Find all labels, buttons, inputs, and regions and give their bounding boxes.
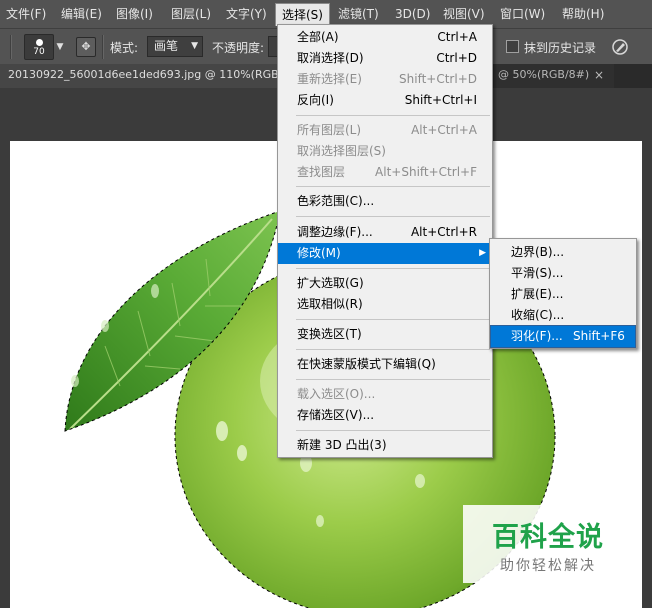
menu-separator [296,379,490,380]
menu-item-label: 所有图层(L) [297,123,362,137]
menu-item-shortcut: Alt+Ctrl+R [410,225,477,239]
menu-item-label: 取消选择(D) [297,51,364,65]
menu-item-label: 载入选区(O)... [297,387,376,401]
options-grip [10,35,12,59]
menu-item-deselect-layers[interactable]: 取消选择图层(S) [278,141,492,162]
menu-item-select-all[interactable]: 全部(A) Ctrl+A [278,27,492,48]
menu-item-inverse[interactable]: 反向(I) Shift+Ctrl+I [278,90,492,111]
menu-select[interactable]: 选择(S) [275,3,330,26]
menu-item-label: 扩展(E)... [511,287,564,301]
opacity-label: 不透明度: [212,41,265,55]
menu-item-label: 全部(A) [297,30,339,44]
menu-item-label: 收缩(C)... [511,308,565,322]
erase-to-history-checkbox[interactable] [506,40,519,53]
menu-item-label: 新建 3D 凸出(3) [297,438,387,452]
watermark-title: 百科全说 [492,522,604,553]
menu-item-label: 在快速蒙版模式下编辑(Q) [297,357,436,371]
submenu-item-border[interactable]: 边界(B)... [491,242,635,263]
menu-item-label: 扩大选取(G) [297,276,364,290]
erase-to-history-label: 抹到历史记录 [524,41,597,55]
menu-item-label: 反向(I) [297,93,334,107]
menu-separator [296,115,490,116]
menu-window[interactable]: 窗口(W) [494,0,551,28]
menu-item-modify[interactable]: 修改(M) ▶ [278,243,492,264]
menu-item-deselect[interactable]: 取消选择(D) Ctrl+D [278,48,492,69]
submenu-arrow-icon: ▶ [479,248,486,258]
menu-item-shortcut: Shift+Ctrl+D [399,72,477,86]
close-icon[interactable]: × [594,64,604,86]
menu-item-label: 存储选区(V)... [297,408,375,422]
menu-item-load-selection[interactable]: 载入选区(O)... [278,384,492,405]
menu-help[interactable]: 帮助(H) [556,0,610,28]
menu-item-shortcut: Shift+F6 [573,329,625,343]
menu-file[interactable]: 文件(F) [0,0,52,28]
menu-item-label: 边界(B)... [511,245,565,259]
brush-preset-dropdown-icon[interactable]: ▼ [55,39,65,55]
menu-item-shortcut: Alt+Ctrl+A [411,123,477,137]
menu-item-label: 选取相似(R) [297,297,363,311]
menu-item-shortcut: Alt+Shift+Ctrl+F [375,165,477,179]
menu-layer[interactable]: 图层(L) [165,0,217,28]
menu-item-transform-selection[interactable]: 变换选区(T) [278,324,492,345]
mode-label: 模式: [110,41,139,55]
menu-item-refine-edge[interactable]: 调整边缘(F)... Alt+Ctrl+R [278,222,492,243]
watermark-subtitle: 助你轻松解决 [500,558,596,574]
menu-item-shortcut: Ctrl+A [437,30,477,44]
menu-separator [296,216,490,217]
tab-document-1[interactable]: 20130922_56001d6ee1ded693.jpg @ 110%(RGB… [0,64,277,88]
menu-item-grow[interactable]: 扩大选取(G) [278,273,492,294]
brush-size-value: 70 [33,47,45,57]
options-divider [102,35,104,59]
menu-item-quick-mask[interactable]: 在快速蒙版模式下编辑(Q) [278,354,492,375]
mode-select-value: 画笔 [154,39,179,53]
menu-item-shortcut: Shift+Ctrl+I [404,93,477,107]
submenu-item-feather[interactable]: 羽化(F)... Shift+F6 [490,325,636,348]
brush-panel-toggle-icon[interactable]: ✥ [76,37,96,57]
menu-item-color-range[interactable]: 色彩范围(C)... [278,191,492,212]
menu-separator [296,319,490,320]
submenu-item-contract[interactable]: 收缩(C)... [491,305,635,326]
menu-item-all-layers[interactable]: 所有图层(L) Alt+Ctrl+A [278,120,492,141]
menu-image[interactable]: 图像(I) [110,0,159,28]
menu-item-label: 重新选择(E) [297,72,362,86]
menu-item-find-layers[interactable]: 查找图层 Alt+Shift+Ctrl+F [278,162,492,183]
tablet-pressure-icon[interactable] [609,37,631,57]
menu-item-label: 色彩范围(C)... [297,194,375,208]
menu-item-new-3d-extrusion[interactable]: 新建 3D 凸出(3) [278,435,492,456]
menu-item-save-selection[interactable]: 存储选区(V)... [278,405,492,426]
menu-item-label: 平滑(S)... [511,266,564,280]
menu-item-label: 变换选区(T) [297,327,362,341]
mode-select[interactable]: 画笔 ▼ [147,36,203,57]
modify-submenu: 边界(B)... 平滑(S)... 扩展(E)... 收缩(C)... 羽化(F… [489,238,637,349]
chevron-down-icon: ▼ [191,41,198,51]
submenu-item-expand[interactable]: 扩展(E)... [491,284,635,305]
brush-preset-picker[interactable]: 70 [24,34,54,60]
brush-tip-icon [36,39,43,46]
submenu-item-smooth[interactable]: 平滑(S)... [491,263,635,284]
menu-separator [296,349,490,350]
menu-item-label: 羽化(F)... [511,329,563,343]
menu-separator [296,268,490,269]
menu-item-label: 修改(M) [297,246,341,260]
menu-item-similar[interactable]: 选取相似(R) [278,294,492,315]
menu-item-label: 调整边缘(F)... [297,225,373,239]
menu-item-reselect[interactable]: 重新选择(E) Shift+Ctrl+D [278,69,492,90]
menu-edit[interactable]: 编辑(E) [55,0,108,28]
menu-item-shortcut: Ctrl+D [436,51,477,65]
menu-separator [296,430,490,431]
menu-type[interactable]: 文字(Y) [220,0,273,28]
menu-item-label: 查找图层 [297,165,346,179]
select-menu-dropdown: 全部(A) Ctrl+A 取消选择(D) Ctrl+D 重新选择(E) Shift+C… [277,24,493,458]
menu-item-label: 取消选择图层(S) [297,144,386,158]
menu-separator [296,186,490,187]
watermark-logo: 百科全说 助你轻松解决 [463,505,633,583]
